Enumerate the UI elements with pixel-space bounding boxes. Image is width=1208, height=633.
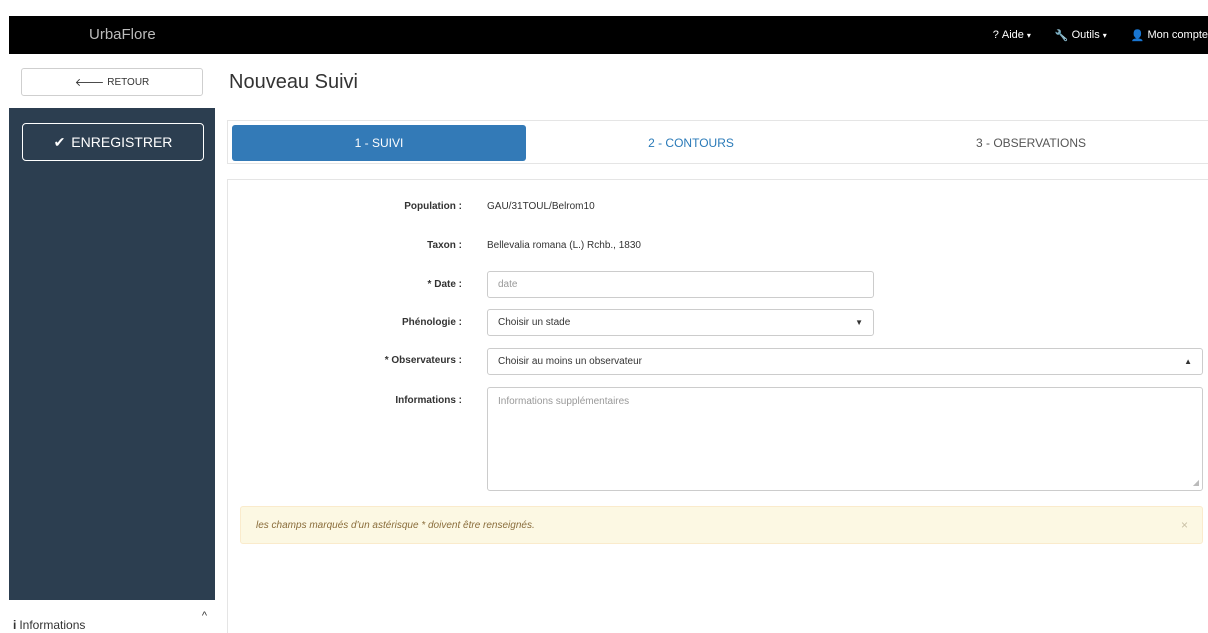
user-icon: 👤 xyxy=(1130,29,1145,42)
wrench-icon: 🔧 xyxy=(1054,29,1069,42)
nav-item-label: Outils xyxy=(1071,29,1100,41)
phenologie-label: Phénologie : xyxy=(402,317,462,328)
tab-observations[interactable]: 3 - OBSERVATIONS xyxy=(856,125,1206,161)
tab-contours[interactable]: 2 - CONTOURS xyxy=(528,125,854,161)
app-brand[interactable]: UrbaFlore xyxy=(89,16,156,54)
informations-field-label: Informations : xyxy=(395,395,462,406)
caret-down-icon: ▾ xyxy=(1102,30,1107,40)
question-icon: ? xyxy=(992,29,999,41)
taxon-label: Taxon : xyxy=(427,240,462,251)
nav-item-label: Mon compte xyxy=(1147,29,1208,41)
caret-down-icon: ▾ xyxy=(1026,30,1031,40)
observateurs-select[interactable]: Choisir au moins un observateur ▲ xyxy=(487,348,1203,375)
save-button-label: ENREGISTRER xyxy=(71,134,173,150)
date-placeholder: date xyxy=(498,279,518,290)
phenologie-value: Choisir un stade xyxy=(498,317,571,328)
close-icon[interactable]: × xyxy=(1181,518,1188,532)
navbar-bar: UrbaFlore ? Aide ▾ 🔧 Outils ▾ 👤 Mon comp… xyxy=(9,16,1208,54)
nav-item-mon-compte[interactable]: 👤 Mon compte xyxy=(1131,29,1208,42)
population-value: GAU/31TOUL/Belrom10 xyxy=(487,201,595,212)
arrow-left-icon: 🡐 xyxy=(74,77,105,89)
caret-down-icon: ▼ xyxy=(855,318,863,327)
informations-placeholder: Informations supplémentaires xyxy=(498,396,630,407)
wizard-tabs: 1 - SUIVI 2 - CONTOURS 3 - OBSERVATIONS xyxy=(227,120,1208,164)
resize-handle-icon[interactable]: ◢ xyxy=(1193,478,1199,487)
informations-textarea[interactable]: Informations supplémentaires ◢ xyxy=(487,387,1203,491)
informations-label-wrap: i Informations xyxy=(13,618,85,632)
caret-up-icon: ▲ xyxy=(1184,357,1192,366)
taxon-value: Bellevalia romana (L.) Rchb., 1830 xyxy=(487,240,641,251)
save-button[interactable]: ✔ ENREGISTRER xyxy=(22,123,204,161)
back-button[interactable]: 🡐 RETOUR xyxy=(21,68,203,96)
info-icon: i xyxy=(13,618,17,632)
informations-label: Informations xyxy=(19,618,86,632)
population-label: Population : xyxy=(404,201,462,212)
observateurs-value: Choisir au moins un observateur xyxy=(498,356,642,367)
nav-item-outils[interactable]: 🔧 Outils ▾ xyxy=(1055,29,1107,42)
nav-item-aide[interactable]: ? Aide ▾ xyxy=(993,29,1031,41)
alert-text: les champs marqués d'un astérisque * doi… xyxy=(256,519,535,531)
date-label: * Date : xyxy=(427,279,462,290)
date-input[interactable]: date xyxy=(487,271,874,298)
chevron-up-icon[interactable]: ^ xyxy=(202,610,207,622)
tab-suivi[interactable]: 1 - SUIVI xyxy=(232,125,526,161)
nav-menu: ? Aide ▾ 🔧 Outils ▾ 👤 Mon compte xyxy=(969,16,1208,54)
sidebar: ✔ ENREGISTRER xyxy=(9,108,215,600)
check-icon: ✔ xyxy=(53,133,66,150)
required-fields-alert: les champs marqués d'un astérisque * doi… xyxy=(240,506,1203,544)
observateurs-label: * Observateurs : xyxy=(384,355,462,366)
phenologie-select[interactable]: Choisir un stade ▼ xyxy=(487,309,874,336)
nav-item-label: Aide xyxy=(1001,29,1024,41)
top-navbar: UrbaFlore ? Aide ▾ 🔧 Outils ▾ 👤 Mon comp… xyxy=(0,0,1208,54)
informations-toggle[interactable]: i Informations ^ xyxy=(9,610,215,633)
back-button-label: RETOUR xyxy=(107,76,150,88)
page-title: Nouveau Suivi xyxy=(229,71,358,93)
